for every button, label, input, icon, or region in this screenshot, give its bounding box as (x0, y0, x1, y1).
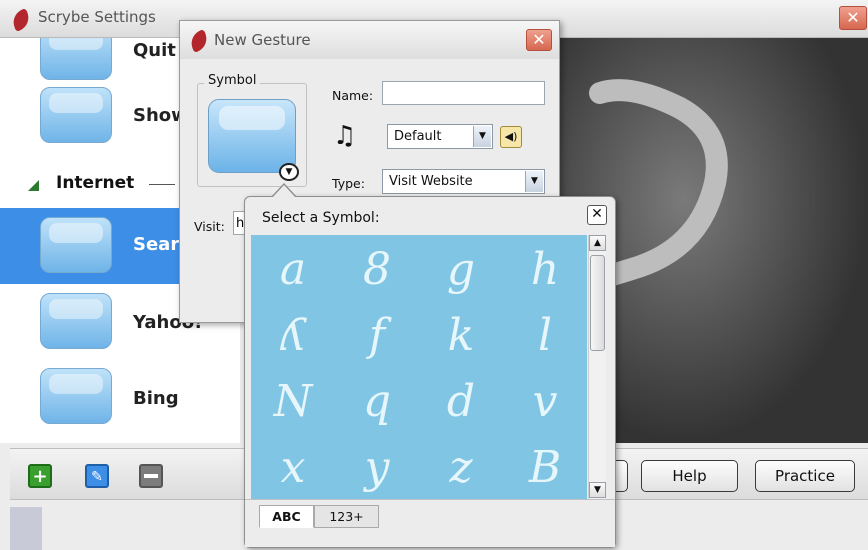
list-item-label: Quit (133, 40, 176, 61)
close-icon: ✕ (846, 8, 860, 27)
expand-triangle-icon (28, 180, 39, 191)
gesture-thumb-icon (40, 38, 112, 80)
plus-icon: + (32, 466, 48, 487)
wrench-icon: ✎ (91, 469, 103, 485)
scrybe-app-icon (9, 8, 33, 32)
close-icon: ✕ (591, 206, 603, 222)
gesture-thumb-icon (40, 217, 112, 273)
symbol-option[interactable]: B (503, 433, 587, 499)
symbol-option[interactable]: h (503, 235, 587, 305)
symbol-option[interactable]: f (335, 301, 419, 371)
symbol-grid-scrollbar[interactable]: ▲ ▼ (588, 235, 606, 499)
dialog-title: New Gesture (214, 31, 311, 49)
gesture-thumb-icon (40, 368, 112, 424)
chevron-down-icon: ▼ (473, 126, 491, 147)
status-strip (10, 507, 42, 550)
main-close-button[interactable]: ✕ (839, 6, 867, 30)
name-input[interactable] (382, 81, 545, 105)
visit-label: Visit: (194, 219, 225, 234)
symbol-option[interactable]: N (251, 367, 335, 437)
window-title: Scrybe Settings (38, 8, 156, 26)
list-item-label: Bing (133, 388, 179, 409)
symbol-option[interactable]: g (419, 235, 503, 305)
type-select-value: Visit Website (389, 174, 473, 189)
remove-gesture-button[interactable] (139, 464, 163, 488)
symbol-option[interactable]: k (419, 301, 503, 371)
symbol-picker-title: Select a Symbol: (262, 210, 380, 226)
symbol-group-label: Symbol (204, 73, 261, 88)
sound-select[interactable]: Default ▼ (387, 124, 493, 149)
selected-symbol-thumb[interactable] (208, 99, 296, 173)
music-note-icon: ♫ (333, 121, 357, 151)
close-icon: ✕ (532, 30, 546, 49)
symbol-option[interactable]: v (503, 367, 587, 437)
symbol-option[interactable]: z (419, 433, 503, 499)
symbol-picker-popup: Select a Symbol: ✕ a 8 g h ʎ f k l N q d… (244, 183, 616, 548)
name-label: Name: (332, 88, 374, 103)
tab-123[interactable]: 123+ (314, 505, 379, 528)
section-divider (149, 184, 175, 185)
symbol-option[interactable]: 8 (335, 235, 419, 305)
help-button[interactable]: Help (641, 460, 738, 492)
triangle-down-icon: ▼ (285, 167, 293, 177)
sound-select-value: Default (394, 129, 442, 144)
scroll-down-icon[interactable]: ▼ (589, 482, 606, 498)
tab-abc[interactable]: ABC (259, 505, 314, 528)
speaker-icon[interactable]: ◀) (500, 126, 522, 148)
scroll-thumb[interactable] (590, 255, 605, 351)
dialog-close-button[interactable]: ✕ (526, 29, 552, 51)
popup-pointer (271, 183, 297, 198)
symbol-option[interactable]: x (251, 433, 335, 499)
symbol-picker-close-button[interactable]: ✕ (587, 205, 607, 225)
dialog-titlebar: New Gesture ✕ (180, 21, 559, 59)
type-label: Type: (332, 176, 365, 191)
symbol-option[interactable]: d (419, 367, 503, 437)
chevron-down-icon: ▼ (525, 171, 543, 192)
minus-icon (144, 474, 158, 478)
symbol-tabs-bar: ABC 123+ (245, 499, 615, 547)
scroll-up-icon[interactable]: ▲ (589, 235, 606, 251)
add-gesture-button[interactable]: + (28, 464, 52, 488)
gesture-thumb-icon (40, 87, 112, 143)
practice-button[interactable]: Practice (755, 460, 855, 492)
edit-gesture-button[interactable]: ✎ (85, 464, 109, 488)
symbol-option[interactable]: a (251, 235, 335, 305)
symbol-option[interactable]: q (335, 367, 419, 437)
symbol-option[interactable]: l (503, 301, 587, 371)
gesture-thumb-icon (40, 293, 112, 349)
section-label: Internet (56, 173, 135, 193)
type-select[interactable]: Visit Website ▼ (382, 169, 545, 194)
symbol-option[interactable]: y (335, 433, 419, 499)
partial-button[interactable] (616, 460, 628, 492)
list-item-bing[interactable]: Bing (0, 362, 240, 434)
symbol-grid: a 8 g h ʎ f k l N q d v x y z B (251, 235, 587, 499)
scrybe-app-icon (187, 29, 211, 53)
symbol-dropdown-button[interactable]: ▼ (279, 163, 299, 181)
symbol-option[interactable]: ʎ (251, 301, 335, 371)
